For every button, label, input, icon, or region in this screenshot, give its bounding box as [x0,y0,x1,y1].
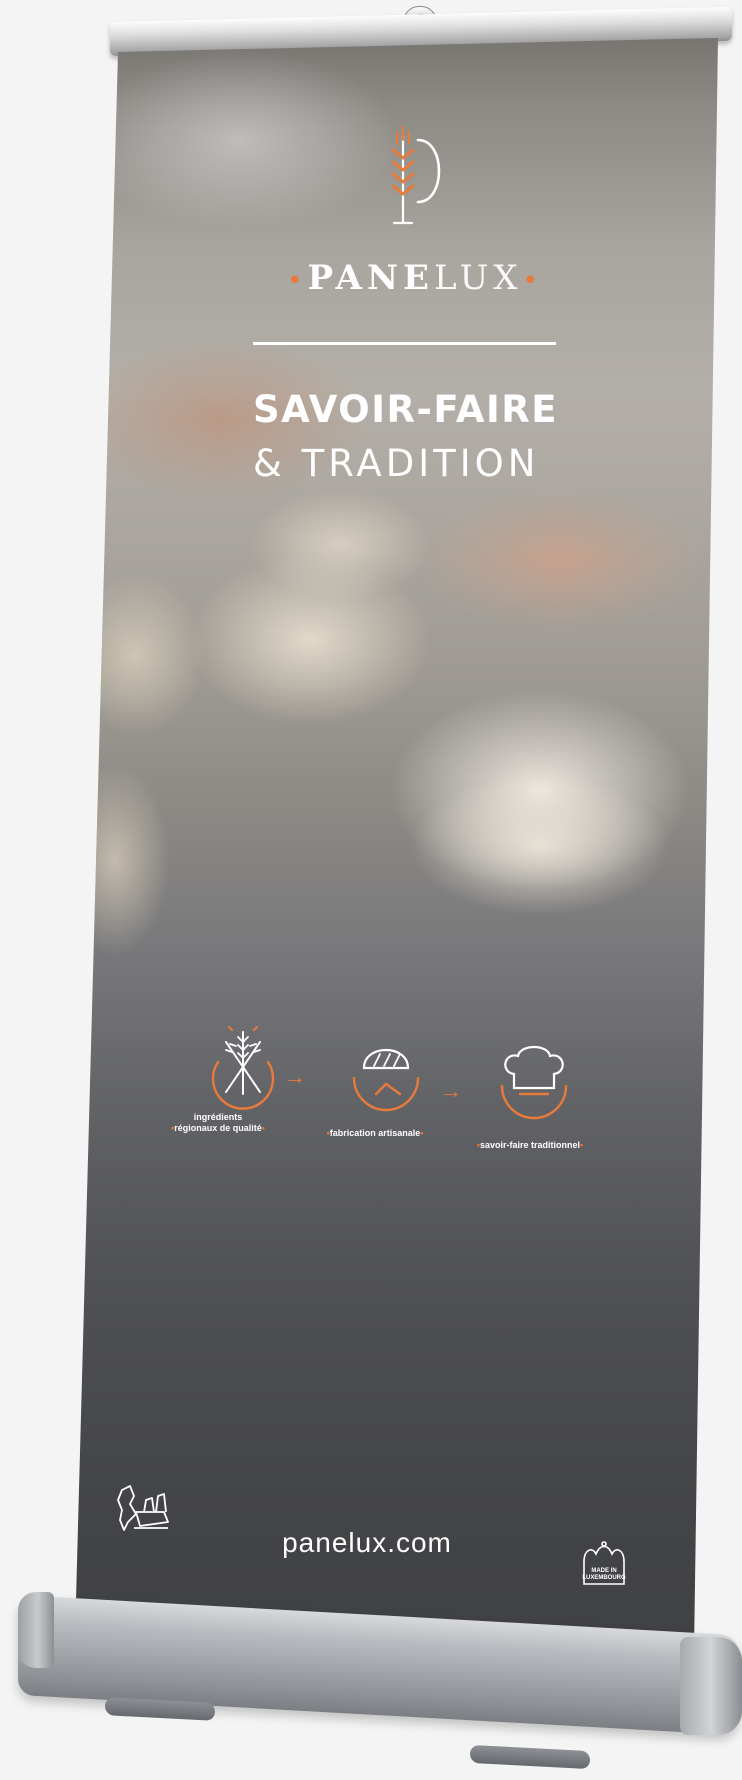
base-end-cap-right [680,1637,742,1735]
badge-line: MADE IN [591,1568,617,1574]
feature-caption-fabrication: •fabrication artisanale• [326,1128,424,1138]
arrow-right-icon: → [284,1064,306,1089]
brand-wordmark: •PANELUX• [285,258,545,298]
made-in-luxembourg-badge-text: MADE IN LUXEMBOURG [576,1568,632,1582]
divider [253,342,556,345]
panelux-logo-icon [391,125,441,225]
feature-caption-line: •régionaux de qualité• [171,1123,265,1133]
brand-name-light: LUX [433,258,523,298]
made-in-luxembourg-badge-icon [583,1541,625,1585]
feature-caption-line: ingrédients [193,1112,243,1122]
brand-dot-right: • [522,266,543,296]
brand-dot-left: • [287,266,308,296]
rollup-banner-stand: •PANELUX• SAVOIR-FAIRE & TRADITION ingré… [0,0,742,1780]
base-foot-right [470,1744,590,1770]
feature-caption-text: fabrication artisanale [329,1128,421,1138]
base-end-cap-left [18,1592,54,1668]
feature-caption-text: régionaux de qualité [174,1123,262,1133]
arrow-right-icon: → [440,1078,462,1103]
feature-caption-text: savoir-faire traditionnel [479,1140,581,1150]
website-url[interactable]: panelux.com [262,1527,472,1559]
feature-caption-savoir-faire: •savoir-faire traditionnel• [476,1140,584,1150]
map-luxembourg-icon [117,1485,169,1531]
headline-tradition: & TRADITION [253,442,540,485]
brand-name-bold: PANE [307,258,434,298]
headline-savoir-faire: SAVOIR-FAIRE [253,388,559,431]
feature-caption-ingredients: ingrédients •régionaux de qualité• [158,1112,278,1134]
badge-line: LUXEMBOURG [582,1575,626,1581]
chef-hat-icon [500,1045,568,1120]
